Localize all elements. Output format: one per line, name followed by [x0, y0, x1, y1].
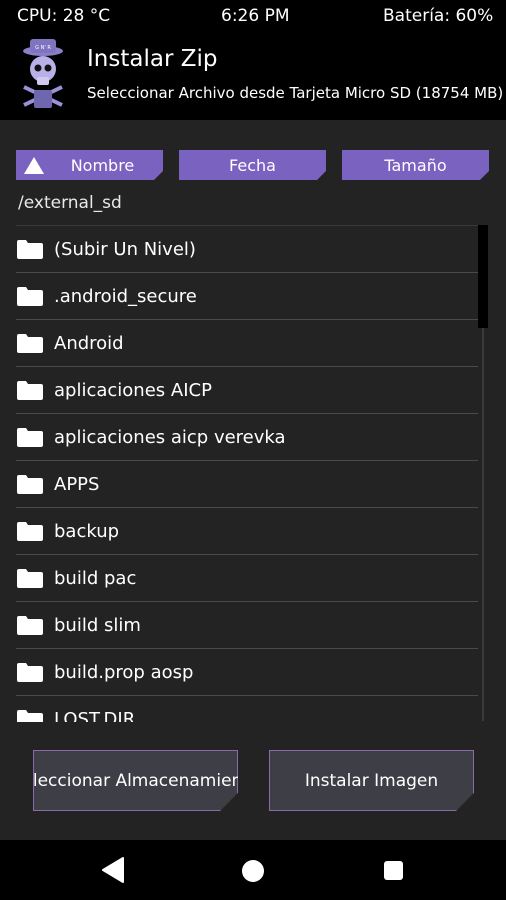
list-item[interactable]: backup: [16, 508, 478, 555]
list-item[interactable]: build pac: [16, 555, 478, 602]
folder-icon: [17, 427, 43, 447]
file-name: Android: [54, 332, 124, 354]
list-item[interactable]: LOST.DIR: [16, 696, 478, 722]
sort-by-size-button[interactable]: Tamaño: [342, 150, 489, 180]
list-item[interactable]: APPS: [16, 461, 478, 508]
file-name: aplicaciones AICP: [54, 379, 212, 401]
folder-icon: [17, 239, 43, 259]
folder-icon: [17, 615, 43, 635]
current-path: /external_sd: [18, 193, 122, 213]
folder-icon: [17, 662, 43, 682]
file-name: aplicaciones aicp verevka: [54, 426, 286, 448]
sort-by-date-button[interactable]: Fecha: [179, 150, 326, 180]
sort-by-name-button[interactable]: Nombre: [16, 150, 163, 180]
select-storage-label: Seleccionar Almacenamiento: [11, 770, 260, 791]
clock: 6:26 PM: [221, 6, 290, 26]
scrollbar-thumb[interactable]: [478, 225, 488, 328]
folder-icon: [17, 521, 43, 541]
home-icon[interactable]: [242, 860, 264, 882]
file-name: LOST.DIR: [54, 708, 136, 723]
install-image-button[interactable]: Instalar Imagen: [269, 750, 474, 811]
folder-icon: [17, 709, 43, 722]
folder-icon: [17, 333, 43, 353]
sort-by-size-label: Tamaño: [384, 155, 447, 175]
install-image-label: Instalar Imagen: [304, 770, 439, 791]
list-item[interactable]: (Subir Un Nivel): [16, 226, 478, 273]
folder-icon: [17, 286, 43, 306]
file-name: build slim: [54, 614, 141, 636]
list-item[interactable]: build slim: [16, 602, 478, 649]
file-name: (Subir Un Nivel): [54, 238, 196, 260]
sort-by-name-label: Nombre: [70, 155, 135, 175]
page-subtitle: Seleccionar Archivo desde Tarjeta Micro …: [87, 84, 504, 102]
folder-icon: [17, 474, 43, 494]
back-icon[interactable]: [101, 857, 125, 883]
file-name: APPS: [54, 473, 100, 495]
list-item[interactable]: aplicaciones aicp verevka: [16, 414, 478, 461]
battery-level: Batería: 60%: [383, 6, 494, 26]
navigation-bar: [0, 840, 506, 900]
file-name: backup: [54, 520, 120, 542]
list-item[interactable]: .android_secure: [16, 273, 478, 320]
header-bar: CPU: 28 °C 6:26 PM Batería: 60% G N' R I…: [0, 0, 506, 120]
sort-ascending-icon: [24, 157, 44, 174]
folder-icon: [17, 380, 43, 400]
select-storage-button[interactable]: Seleccionar Almacenamiento: [33, 750, 238, 811]
sort-by-date-label: Fecha: [229, 155, 276, 175]
list-item[interactable]: aplicaciones AICP: [16, 367, 478, 414]
page-title: Instalar Zip: [87, 46, 218, 72]
file-list[interactable]: (Subir Un Nivel) .android_secure Android ap…: [16, 225, 478, 722]
skull-logo-icon: G N' R: [23, 39, 63, 108]
svg-text:G N' R: G N' R: [35, 45, 51, 51]
file-name: .android_secure: [54, 285, 197, 307]
list-item[interactable]: Android: [16, 320, 478, 367]
recent-apps-icon[interactable]: [384, 861, 403, 880]
cpu-temperature: CPU: 28 °C: [17, 6, 111, 26]
list-item[interactable]: build.prop aosp: [16, 649, 478, 696]
folder-icon: [17, 568, 43, 588]
file-name: build pac: [54, 567, 137, 589]
file-name: build.prop aosp: [54, 661, 194, 683]
